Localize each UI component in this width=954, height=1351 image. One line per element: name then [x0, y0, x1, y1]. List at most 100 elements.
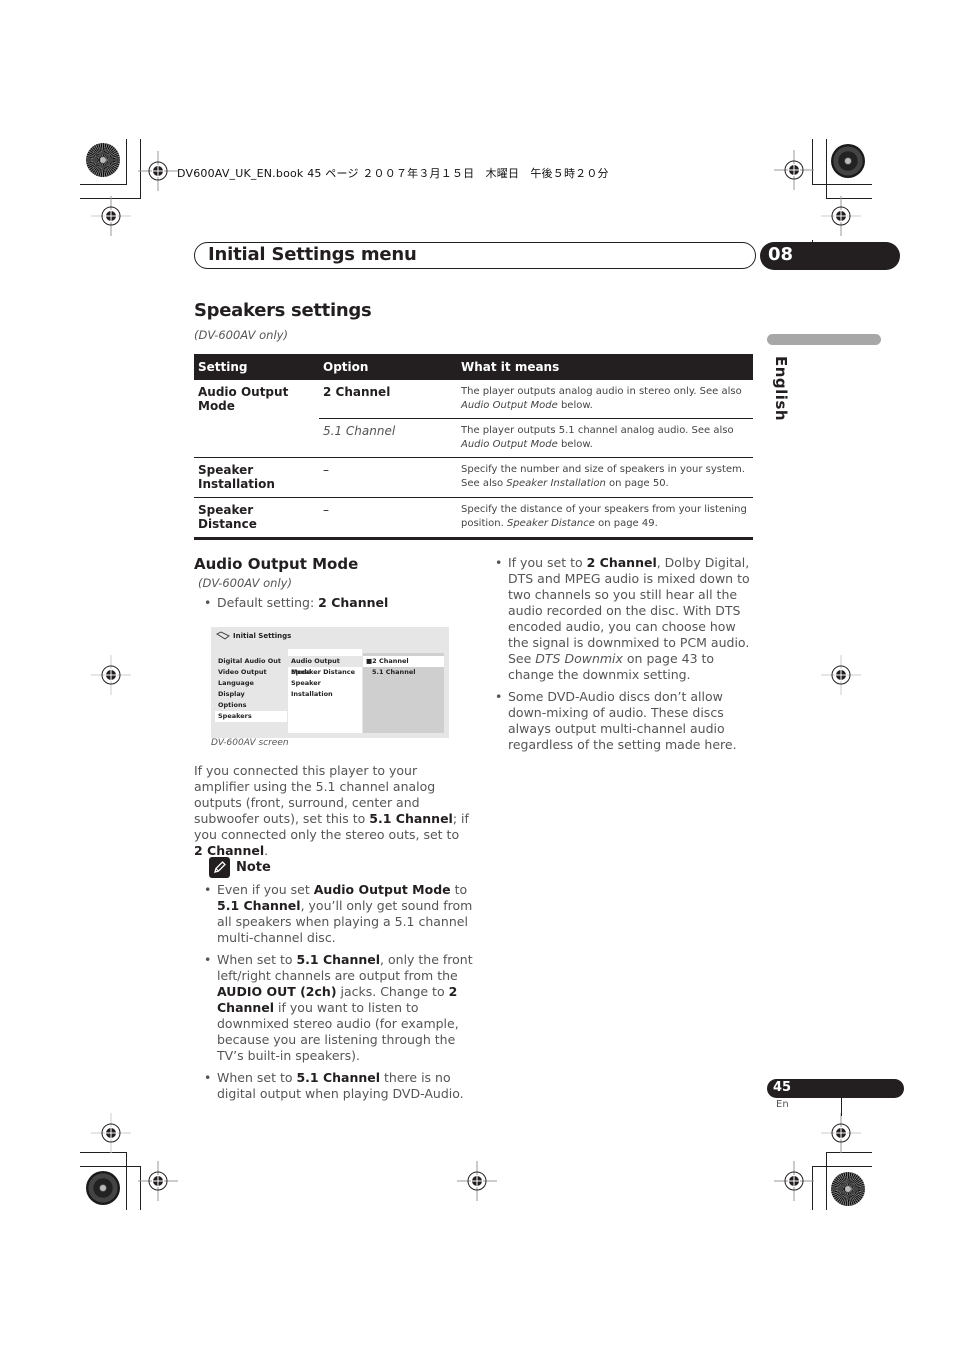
text: If you set to [508, 555, 587, 570]
text: Even if you set [217, 882, 314, 897]
screen-menu-item: Digital Audio Out [218, 657, 282, 665]
registration-crosshair-icon [138, 151, 178, 191]
color-registration-rosette-icon [86, 143, 120, 177]
list-item: When set to 5.1 Channel, only the front … [204, 952, 474, 1064]
text: Some DVD-Audio discs don’t allow down-mi… [508, 689, 737, 752]
screen-option-selected: ■2 Channel [363, 656, 444, 667]
default-label: Default setting: [217, 595, 319, 610]
registration-crosshair-icon [91, 655, 131, 695]
screen-menu-item: Display [218, 690, 245, 698]
registration-crosshair-icon [91, 1113, 131, 1153]
cross-reference: Speaker Distance [506, 517, 595, 529]
color-registration-rosette-icon [86, 1171, 120, 1205]
registration-crosshair-icon [91, 196, 131, 236]
screen-menu-item: Options [218, 701, 247, 709]
meaning-text: The player outputs 5.1 channel analog au… [461, 425, 734, 436]
downmix-info-list: If you set to 2 Channel, Dolby Digital, … [495, 555, 757, 759]
text: , Dolby Digital, DTS and MPEG audio is m… [508, 555, 750, 666]
list-item: Some DVD-Audio discs don’t allow down-mi… [495, 689, 757, 753]
list-item: When set to 5.1 Channel there is no digi… [204, 1070, 474, 1102]
list-item: Default setting: 2 Channel [204, 595, 474, 611]
list-item: Even if you set Audio Output Mode to 5.1… [204, 882, 474, 946]
pencil-note-icon [209, 857, 230, 878]
page-number: 45 [773, 1080, 792, 1095]
registration-crosshair-icon [138, 1161, 178, 1201]
screen-main-menu: Digital Audio Out Video Output Language … [215, 656, 287, 722]
setting-cell: Speaker Installation [194, 457, 319, 498]
table-header-row: Setting Option What it means [194, 354, 753, 380]
text: jacks. Change to [336, 984, 449, 999]
setting-cell: Speaker Distance [194, 497, 319, 540]
language-tab-label: English [772, 356, 790, 422]
option-cell: 2 Channel [319, 380, 457, 419]
subsection-title: Audio Output Mode [194, 555, 359, 573]
meaning-text: The player outputs analog audio in stere… [461, 386, 742, 397]
color-registration-rosette-icon [831, 1172, 865, 1206]
column-header: Option [319, 354, 457, 380]
screen-menu-item: Language [218, 679, 254, 687]
meaning-text: below. [557, 438, 593, 450]
text: When set to [217, 1070, 297, 1085]
screen-submenu-item: Speaker Distance [291, 668, 356, 676]
chapter-title: Initial Settings menu [208, 244, 417, 265]
registration-crosshair-icon [774, 1161, 814, 1201]
cross-reference: Speaker Installation [506, 477, 606, 489]
emphasis: Audio Output Mode [313, 882, 451, 897]
screen-submenu: Audio Output Mode Speaker Distance Speak… [288, 649, 362, 733]
screen-option-label: 2 Channel [372, 657, 409, 665]
text: to [450, 882, 468, 897]
table-row: Speaker Installation – Specify the numbe… [194, 457, 753, 498]
list-item: If you set to 2 Channel, Dolby Digital, … [495, 555, 757, 683]
color-registration-rosette-icon [831, 144, 865, 178]
screen-submenu-item-selected: Audio Output Mode [288, 656, 362, 676]
onscreen-menu-illustration: Initial Settings Digital Audio Out Video… [211, 627, 449, 738]
registration-crosshair-icon [821, 655, 861, 695]
emphasis: 5.1 Channel [217, 898, 301, 913]
crop-mark [80, 1166, 141, 1167]
table-row: Speaker Distance – Specify the distance … [194, 497, 753, 540]
registration-crosshair-icon [821, 1113, 861, 1153]
emphasis: 5.1 Channel [296, 952, 381, 967]
meaning-cell: Specify the number and size of speakers … [457, 457, 753, 498]
registration-crosshair-icon [774, 150, 814, 190]
setting-cell: Audio Output Mode [194, 380, 319, 458]
screen-menu-item-selected: Speakers [215, 711, 287, 722]
body-paragraph: If you connected this player to your amp… [194, 763, 469, 859]
column-header: What it means [457, 354, 753, 380]
default-setting-list: Default setting: 2 Channel [204, 595, 474, 617]
meaning-text: on page 50. [605, 477, 669, 489]
crop-mark [841, 1088, 842, 1116]
meaning-text: below. [557, 399, 593, 411]
note-label: Note [236, 860, 271, 875]
model-note: (DV-600AV only) [198, 576, 292, 590]
note-list: Even if you set Audio Output Mode to 5.1… [204, 882, 474, 1108]
registration-crosshair-icon [457, 1161, 497, 1201]
emphasis: AUDIO OUT (2ch) [217, 984, 337, 999]
page-language-code: En [776, 1099, 789, 1110]
default-value: 2 Channel [318, 595, 389, 610]
cross-reference: Audio Output Mode [461, 399, 558, 411]
cross-reference: DTS Downmix [535, 651, 623, 666]
screen-submenu-item: Speaker Installation [291, 679, 333, 698]
chapter-number: 08 [768, 244, 794, 265]
column-header: Setting [194, 354, 319, 380]
language-tab-bar [767, 334, 881, 345]
meaning-cell: Specify the distance of your speakers fr… [457, 497, 753, 540]
note-heading: Note [209, 857, 271, 878]
screen-option: 5.1 Channel [372, 668, 416, 676]
crop-mark [126, 139, 127, 185]
screen-options: ■2 Channel 5.1 Channel [363, 653, 444, 733]
disc-tray-icon [216, 631, 230, 640]
emphasis: 5.1 Channel [296, 1070, 381, 1085]
model-note: (DV-600AV only) [194, 328, 288, 342]
screen-title: Initial Settings [216, 631, 291, 640]
text: . [264, 843, 269, 858]
option-cell: 5.1 Channel [319, 418, 457, 458]
speakers-settings-table: Setting Option What it means Audio Outpu… [194, 354, 753, 540]
cross-reference: Audio Output Mode [461, 438, 558, 450]
screen-title-text: Initial Settings [233, 631, 292, 640]
crop-mark [126, 1152, 127, 1210]
screen-caption: DV-600AV screen [211, 738, 289, 748]
emphasis: 2 Channel [194, 843, 265, 858]
text: When set to [217, 952, 297, 967]
